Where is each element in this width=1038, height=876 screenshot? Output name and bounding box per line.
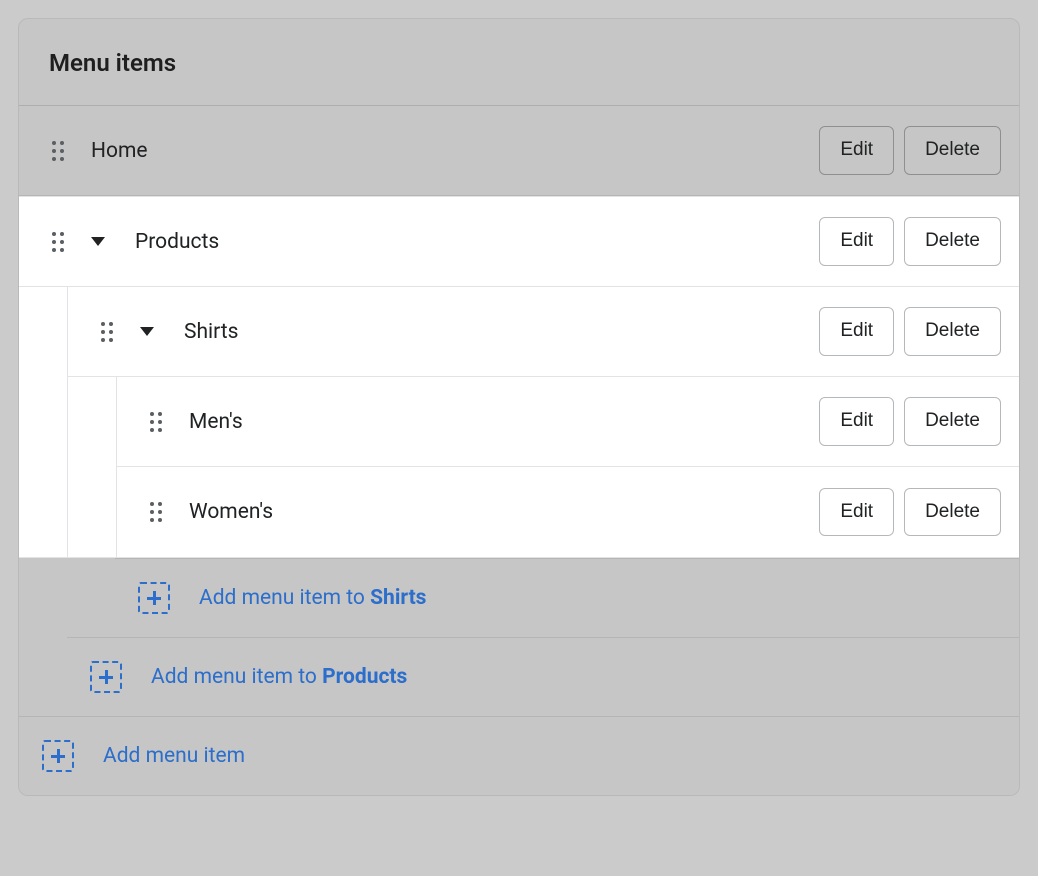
menu-item-label: Products bbox=[135, 230, 219, 254]
card-header: Menu items bbox=[19, 19, 1019, 106]
menu-item-products-group: Products Edit Delete bbox=[19, 196, 1019, 558]
menu-item-products: Products Edit Delete bbox=[19, 197, 1019, 287]
menu-item-label: Women's bbox=[189, 500, 273, 524]
delete-button[interactable]: Delete bbox=[904, 217, 1001, 266]
add-label: Add menu item to Products bbox=[151, 665, 407, 689]
plus-dashed-icon bbox=[138, 582, 170, 614]
menu-item-label: Shirts bbox=[184, 320, 238, 344]
drag-handle-icon[interactable] bbox=[147, 500, 165, 524]
menu-item-label: Men's bbox=[189, 410, 243, 434]
drag-handle-icon[interactable] bbox=[49, 230, 67, 254]
drag-handle-icon[interactable] bbox=[98, 320, 116, 344]
drag-handle-icon[interactable] bbox=[49, 139, 67, 163]
menu-item-mens: Men's Edit Delete bbox=[117, 377, 1019, 467]
plus-dashed-icon bbox=[90, 661, 122, 693]
menu-list: Home Edit Delete Products bbox=[19, 106, 1019, 795]
add-menu-item-to-shirts[interactable]: Add menu item to Shirts bbox=[115, 558, 1019, 637]
menu-item-shirts: Shirts Edit Delete bbox=[68, 287, 1019, 377]
caret-down-icon[interactable] bbox=[91, 237, 105, 246]
plus-dashed-icon bbox=[42, 740, 74, 772]
menu-items-card: Menu items Home Edit Delete bbox=[18, 18, 1020, 796]
add-menu-item-to-products[interactable]: Add menu item to Products bbox=[67, 637, 1019, 716]
add-menu-item[interactable]: Add menu item bbox=[19, 716, 1019, 795]
menu-item-label: Home bbox=[91, 139, 148, 163]
add-label: Add menu item bbox=[103, 744, 245, 768]
delete-button[interactable]: Delete bbox=[904, 488, 1001, 537]
delete-button[interactable]: Delete bbox=[904, 397, 1001, 446]
delete-button[interactable]: Delete bbox=[904, 126, 1001, 175]
add-label: Add menu item to Shirts bbox=[199, 586, 426, 610]
edit-button[interactable]: Edit bbox=[819, 307, 894, 356]
card-title: Menu items bbox=[49, 49, 991, 77]
menu-item-womens: Women's Edit Delete bbox=[117, 467, 1019, 557]
edit-button[interactable]: Edit bbox=[819, 126, 894, 175]
delete-button[interactable]: Delete bbox=[904, 307, 1001, 356]
drag-handle-icon[interactable] bbox=[147, 410, 165, 434]
edit-button[interactable]: Edit bbox=[819, 397, 894, 446]
edit-button[interactable]: Edit bbox=[819, 217, 894, 266]
edit-button[interactable]: Edit bbox=[819, 488, 894, 537]
menu-item-home: Home Edit Delete bbox=[19, 106, 1019, 196]
caret-down-icon[interactable] bbox=[140, 327, 154, 336]
